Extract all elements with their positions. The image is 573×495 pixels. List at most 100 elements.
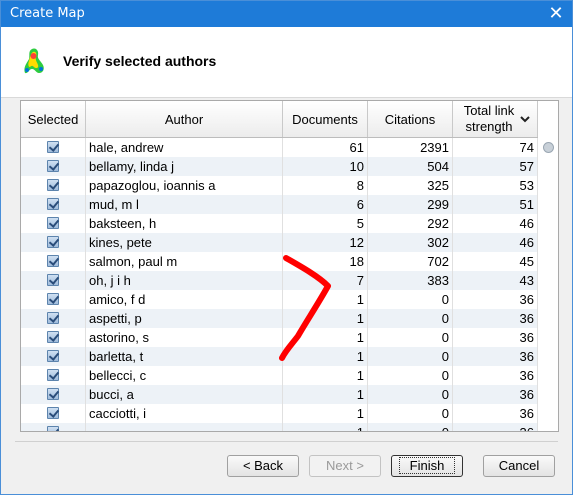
selected-checkbox[interactable] <box>47 331 59 343</box>
cell-citations: 299 <box>368 195 453 214</box>
selected-checkbox[interactable] <box>47 293 59 305</box>
cell-citations: 702 <box>368 252 453 271</box>
table-row[interactable]: mud, m l 6 299 51 <box>21 195 538 214</box>
cell-selected <box>21 214 86 233</box>
selected-checkbox[interactable] <box>47 426 59 431</box>
selected-checkbox[interactable] <box>47 312 59 324</box>
cell-selected <box>21 176 86 195</box>
table-row[interactable]: bellamy, linda j 10 504 57 <box>21 157 538 176</box>
finish-button[interactable]: Finish <box>391 455 463 477</box>
cell-documents: 7 <box>283 271 368 290</box>
dialog-header: Verify selected authors <box>1 27 572 98</box>
selected-checkbox[interactable] <box>47 388 59 400</box>
table-row[interactable]: aspetti, p 1 0 36 <box>21 309 538 328</box>
table-row[interactable]: baksteen, h 5 292 46 <box>21 214 538 233</box>
table-row[interactable]: oh, j i h 7 383 43 <box>21 271 538 290</box>
next-button[interactable]: Next > <box>309 455 381 477</box>
cell-citations: 0 <box>368 290 453 309</box>
cell-selected <box>21 347 86 366</box>
cell-tls: 36 <box>453 385 538 404</box>
cell-tls: 45 <box>453 252 538 271</box>
cell-author: barletta, t <box>86 347 283 366</box>
cell-documents: 5 <box>283 214 368 233</box>
selected-checkbox[interactable] <box>47 179 59 191</box>
cell-selected <box>21 385 86 404</box>
cell-citations: 504 <box>368 157 453 176</box>
cell-tls: 53 <box>453 176 538 195</box>
table-row[interactable]: papazoglou, ioannis a 8 325 53 <box>21 176 538 195</box>
column-header-author[interactable]: Author <box>86 101 283 137</box>
cell-tls: 36 <box>453 423 538 431</box>
cell-documents: 1 <box>283 385 368 404</box>
cell-selected <box>21 328 86 347</box>
cell-documents: 6 <box>283 195 368 214</box>
cell-author: bellecci, c <box>86 366 283 385</box>
selected-checkbox[interactable] <box>47 274 59 286</box>
cell-documents: 1 <box>283 328 368 347</box>
table-row[interactable]: hale, andrew 61 2391 74 <box>21 138 538 157</box>
table-row[interactable]: salmon, paul m 18 702 45 <box>21 252 538 271</box>
cell-tls: 36 <box>453 309 538 328</box>
selected-checkbox[interactable] <box>47 255 59 267</box>
table-row[interactable]: astorino, s 1 0 36 <box>21 328 538 347</box>
table-row[interactable]: bellecci, c 1 0 36 <box>21 366 538 385</box>
cell-documents: 12 <box>283 233 368 252</box>
cell-author: bucci, a <box>86 385 283 404</box>
cell-tls: 46 <box>453 233 538 252</box>
table-row[interactable]: cacciotti, i 1 0 36 <box>21 404 538 423</box>
vertical-scrollbar[interactable] <box>540 101 558 431</box>
cell-documents: 1 <box>283 366 368 385</box>
selected-checkbox[interactable] <box>47 369 59 381</box>
cell-author: salmon, paul m <box>86 252 283 271</box>
back-button[interactable]: < Back <box>227 455 299 477</box>
selected-checkbox[interactable] <box>47 236 59 248</box>
table-row[interactable]: amico, f d 1 0 36 <box>21 290 538 309</box>
close-icon[interactable]: ✕ <box>540 1 572 27</box>
selected-checkbox[interactable] <box>47 198 59 210</box>
table-row[interactable]: 1036 <box>21 423 538 431</box>
cell-author: cacciotti, i <box>86 404 283 423</box>
title-bar: Create Map ✕ <box>1 1 572 27</box>
column-header-citations[interactable]: Citations <box>368 101 453 137</box>
table-row[interactable]: barletta, t 1 0 36 <box>21 347 538 366</box>
table-row[interactable]: kines, pete 12 302 46 <box>21 233 538 252</box>
cell-citations: 383 <box>368 271 453 290</box>
authors-table: Selected Author Documents Citations Tota… <box>20 100 559 432</box>
cell-documents: 1 <box>283 347 368 366</box>
divider <box>15 441 558 442</box>
cell-citations: 325 <box>368 176 453 195</box>
cancel-button[interactable]: Cancel <box>483 455 555 477</box>
page-title: Verify selected authors <box>63 53 217 69</box>
scrollbar-thumb[interactable] <box>543 142 554 153</box>
cell-author <box>86 423 283 431</box>
selected-checkbox[interactable] <box>47 160 59 172</box>
cell-documents: 10 <box>283 157 368 176</box>
cell-author: mud, m l <box>86 195 283 214</box>
vosviewer-map-icon <box>24 48 44 74</box>
column-header-total-link-strength[interactable]: Total link strength <box>453 101 538 137</box>
cell-citations: 292 <box>368 214 453 233</box>
cell-selected <box>21 233 86 252</box>
cell-author: amico, f d <box>86 290 283 309</box>
cell-author: papazoglou, ioannis a <box>86 176 283 195</box>
selected-checkbox[interactable] <box>47 217 59 229</box>
selected-checkbox[interactable] <box>47 141 59 153</box>
finish-button-label: Finish <box>398 457 456 474</box>
cell-selected <box>21 271 86 290</box>
cell-tls: 36 <box>453 290 538 309</box>
create-map-dialog: Create Map ✕ Verify selected authors Sel… <box>0 0 573 495</box>
cell-selected <box>21 138 86 157</box>
cell-citations: 0 <box>368 347 453 366</box>
column-header-documents[interactable]: Documents <box>283 101 368 137</box>
table-row[interactable]: bucci, a 1 0 36 <box>21 385 538 404</box>
dialog-body: Selected Author Documents Citations Tota… <box>1 98 572 494</box>
selected-checkbox[interactable] <box>47 407 59 419</box>
cell-tls: 51 <box>453 195 538 214</box>
column-header-selected[interactable]: Selected <box>21 101 86 137</box>
cell-tls: 74 <box>453 138 538 157</box>
selected-checkbox[interactable] <box>47 350 59 362</box>
cell-selected <box>21 404 86 423</box>
cell-selected <box>21 290 86 309</box>
cell-tls: 43 <box>453 271 538 290</box>
cell-author: oh, j i h <box>86 271 283 290</box>
